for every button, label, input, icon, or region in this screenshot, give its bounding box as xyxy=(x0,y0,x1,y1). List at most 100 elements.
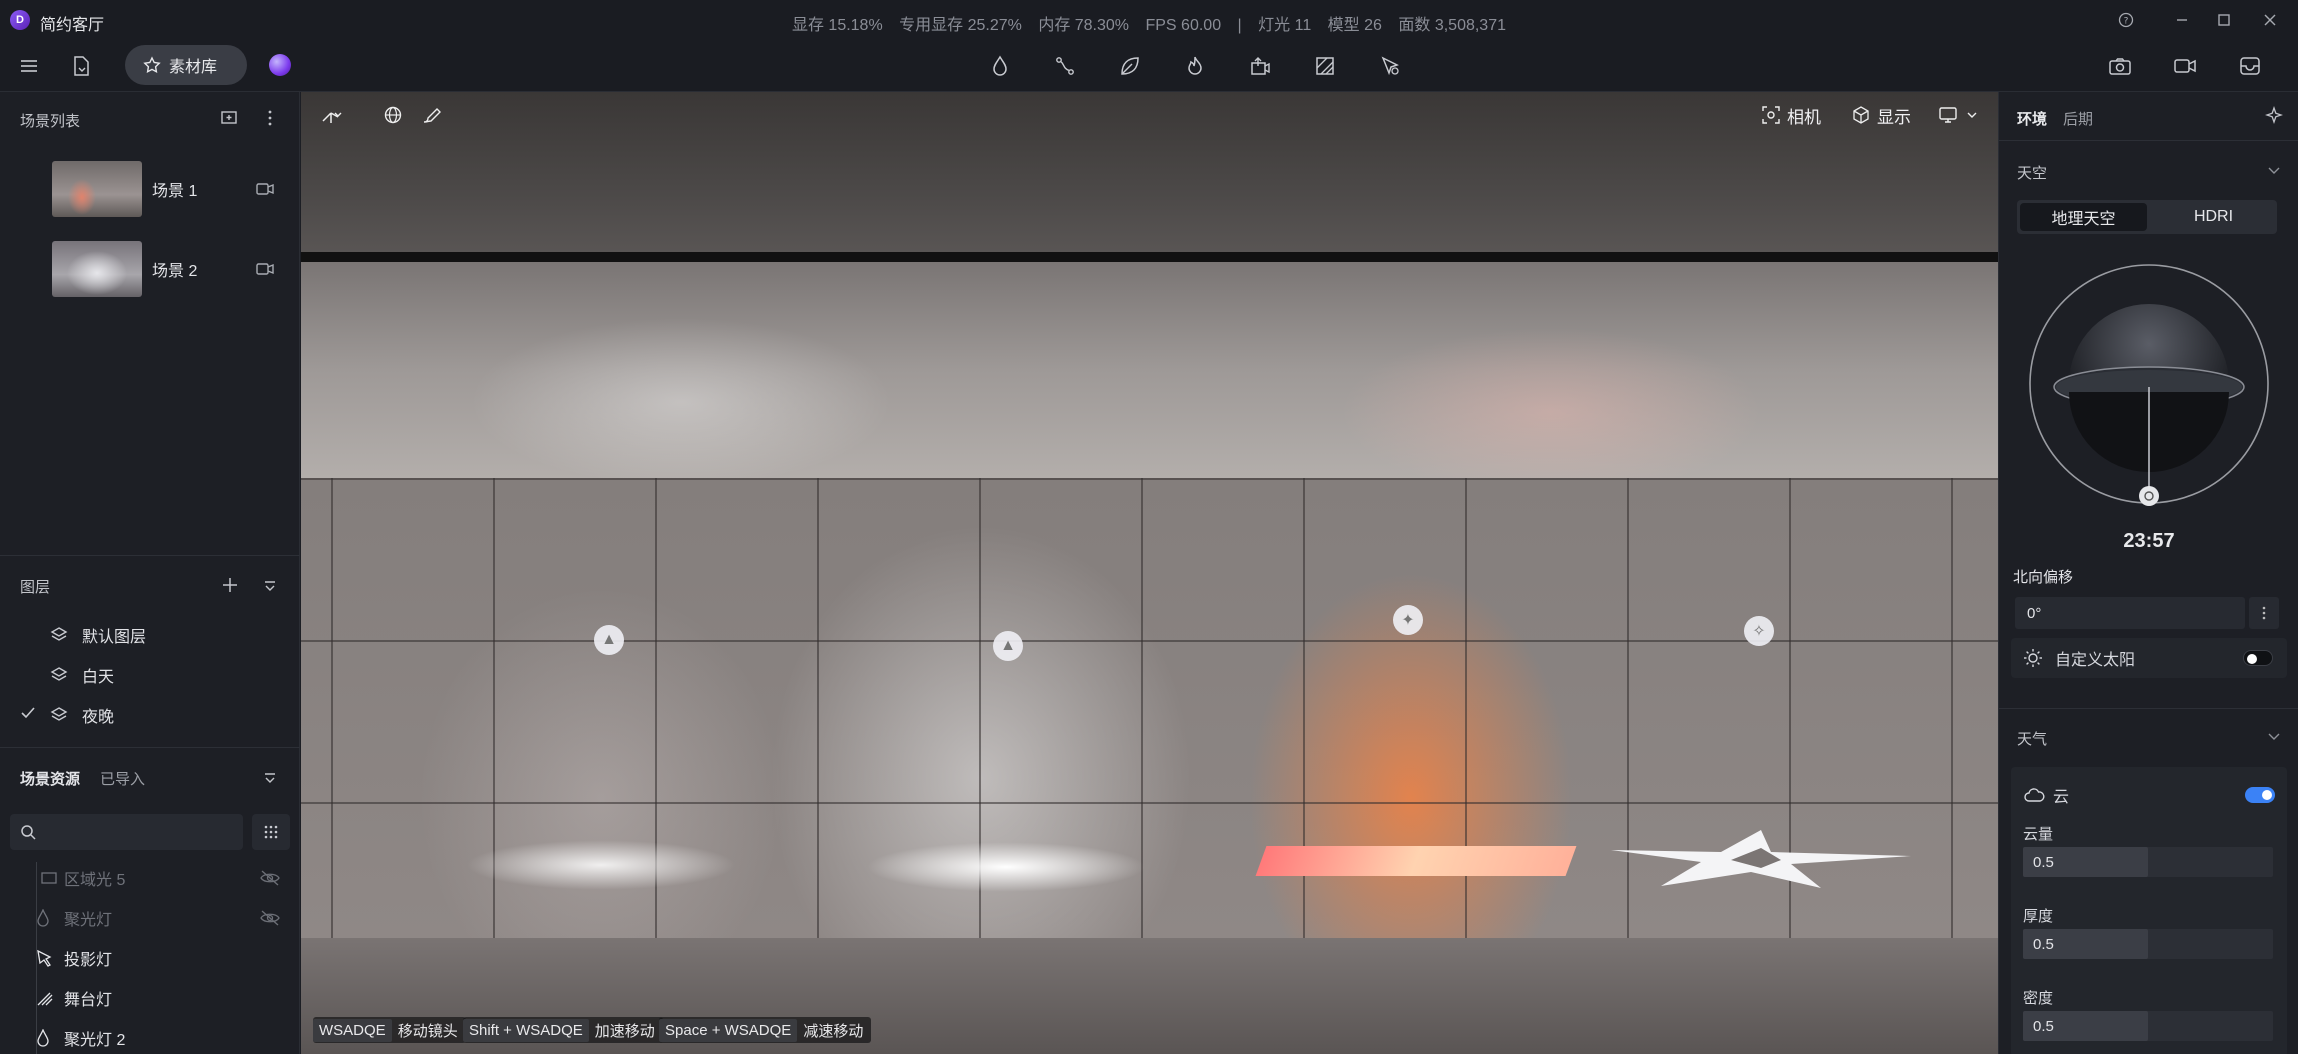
projector-gizmo-icon[interactable]: ✦ xyxy=(1393,605,1423,635)
divider xyxy=(1999,140,2298,141)
sky-section-title: 天空 xyxy=(2017,165,2048,182)
cloud-toggle[interactable] xyxy=(2245,787,2275,803)
stat-lights: 灯光 11 xyxy=(1258,17,1312,34)
stat-vram: 显存 15.18% xyxy=(791,17,883,34)
floor-star-projection xyxy=(1611,830,1911,888)
tab-scene-resources[interactable]: 场景资源 xyxy=(20,768,80,789)
scene-item-1[interactable]: 场景 1 xyxy=(52,160,292,218)
file-sync-icon[interactable] xyxy=(64,49,98,83)
eye-off-icon[interactable] xyxy=(260,910,280,926)
layer-item-day[interactable]: 白天 xyxy=(20,662,114,688)
divider xyxy=(1999,708,2298,709)
globe-icon[interactable] xyxy=(383,100,403,130)
resource-item-stage-light[interactable]: 舞台灯 xyxy=(36,984,112,1012)
title-bar: D 简约客厅 显存 15.18% 专用显存 25.27% 内存 78.30% F… xyxy=(0,0,2298,40)
material-library-button[interactable]: 素材库 xyxy=(125,45,247,85)
view-mode-dropdown[interactable] xyxy=(1938,100,1978,130)
resource-item-area-light-5[interactable]: 区域光 5 xyxy=(36,864,125,892)
resource-search-input[interactable] xyxy=(10,814,243,850)
stat-memory: 内存 78.30% xyxy=(1038,17,1130,34)
thickness-slider[interactable]: 0.5 xyxy=(2023,929,2273,959)
layer-item-default[interactable]: 默认图层 xyxy=(20,622,146,648)
ceiling-beam xyxy=(301,252,1998,262)
resource-item-projector-light[interactable]: 投影灯 xyxy=(36,944,112,972)
scene-camera-icon[interactable] xyxy=(256,262,274,276)
scene-label: 场景 2 xyxy=(152,263,198,280)
3d-viewport[interactable]: ▲ ▲ ✦ ✧ 相机 显示 WSADQE 移动镜头 Shift + WSADQE… xyxy=(301,92,1998,1054)
layers-icon xyxy=(50,627,68,641)
performance-stats: 显存 15.18% 专用显存 25.27% 内存 78.30% FPS 60.0… xyxy=(0,11,2298,35)
hint-desc: 加速移动 xyxy=(594,1022,655,1040)
camera-view-button[interactable]: 相机 xyxy=(1761,100,1821,130)
texture-icon[interactable] xyxy=(1308,49,1342,83)
scene-label: 场景 1 xyxy=(152,183,198,200)
tab-post[interactable]: 后期 xyxy=(2063,108,2093,129)
resource-item-spotlight[interactable]: 聚光灯 xyxy=(36,904,112,932)
tab-hdri[interactable]: HDRI xyxy=(2150,200,2277,234)
maximize-icon[interactable] xyxy=(2210,6,2238,34)
floor-light-spot xyxy=(866,842,1146,892)
brush-icon[interactable] xyxy=(421,100,443,130)
north-offset-label: 北向偏移 xyxy=(2013,569,2074,586)
resource-item-spotlight-2[interactable]: 聚光灯 2 xyxy=(36,1024,125,1052)
inbox-icon[interactable] xyxy=(2233,49,2267,83)
add-scene-icon[interactable] xyxy=(220,108,240,128)
stat-models: 模型 26 xyxy=(1327,17,1382,34)
right-panel: 环境 后期 天空 地理天空 HDRI 23:57 北向偏移 0° 自定义太阳 天… xyxy=(1998,92,2298,1054)
spotlight-gizmo-icon[interactable]: ▲ xyxy=(594,625,624,655)
display-button[interactable]: 显示 xyxy=(1851,100,1911,130)
more-vertical-icon[interactable] xyxy=(260,108,280,128)
tab-geo-sky[interactable]: 地理天空 xyxy=(2020,203,2147,231)
flame-icon[interactable] xyxy=(1178,49,1212,83)
layers-icon xyxy=(50,707,68,721)
cloud-row: 云 xyxy=(2023,783,2069,807)
add-layer-icon[interactable] xyxy=(220,575,240,595)
chevron-down-icon[interactable] xyxy=(2267,730,2281,744)
grid-view-icon[interactable] xyxy=(252,814,290,850)
density-slider[interactable]: 0.5 xyxy=(2023,1011,2273,1041)
custom-sun-toggle[interactable] xyxy=(2243,650,2273,666)
scene-list-title: 场景列表 xyxy=(20,113,81,130)
layer-item-night[interactable]: 夜晚 xyxy=(20,702,114,728)
resource-label: 投影灯 xyxy=(64,952,113,969)
scene-item-2[interactable]: 场景 2 xyxy=(52,240,292,298)
cloud-icon xyxy=(2024,788,2045,802)
cloud-amount-slider[interactable]: 0.5 xyxy=(2023,847,2273,877)
scene-camera-icon[interactable] xyxy=(256,182,274,196)
resource-label: 聚光灯 2 xyxy=(64,1032,126,1049)
chevron-down-icon[interactable] xyxy=(2267,164,2281,178)
droplet-icon[interactable] xyxy=(983,49,1017,83)
custom-sun-row: 自定义太阳 xyxy=(2011,638,2287,678)
more-vertical-icon[interactable] xyxy=(2249,597,2279,629)
spotlight-gizmo-icon[interactable]: ▲ xyxy=(993,631,1023,661)
cursor-icon[interactable] xyxy=(1373,49,1407,83)
ai-orb-icon[interactable] xyxy=(269,54,291,76)
menu-icon[interactable] xyxy=(12,49,46,83)
tab-environment[interactable]: 环境 xyxy=(2017,108,2047,129)
path-icon[interactable] xyxy=(1048,49,1082,83)
layer-label: 默认图层 xyxy=(82,629,147,646)
sun-position-dial[interactable] xyxy=(2027,262,2272,507)
leaf-icon[interactable] xyxy=(1113,49,1147,83)
close-icon[interactable] xyxy=(2256,6,2284,34)
help-icon[interactable]: ? xyxy=(2112,6,2140,34)
collapse-chevron-icon[interactable] xyxy=(262,578,278,594)
hint-desc: 移动镜头 xyxy=(397,1022,458,1040)
camera-icon[interactable] xyxy=(2103,49,2137,83)
stage-light-gizmo-icon[interactable]: ✧ xyxy=(1744,616,1774,646)
collapse-chevron-icon[interactable] xyxy=(262,770,278,786)
minimize-icon[interactable] xyxy=(2168,6,2196,34)
tab-imported[interactable]: 已导入 xyxy=(100,768,145,789)
thickness-label: 厚度 xyxy=(2023,908,2054,925)
video-icon[interactable] xyxy=(2168,49,2202,83)
material-library-label: 素材库 xyxy=(169,59,218,76)
north-offset-input[interactable]: 0° xyxy=(2015,597,2245,629)
hint-key: Space + WSADQE xyxy=(659,1018,798,1042)
axis-tool-button[interactable] xyxy=(319,100,345,130)
chevron-down-icon xyxy=(1967,112,1977,118)
floor-projection xyxy=(1255,846,1577,876)
sparkle-icon[interactable] xyxy=(2265,106,2285,126)
cloud-amount-label: 云量 xyxy=(2023,826,2054,843)
export-icon[interactable] xyxy=(1243,49,1277,83)
eye-off-icon[interactable] xyxy=(260,870,280,886)
